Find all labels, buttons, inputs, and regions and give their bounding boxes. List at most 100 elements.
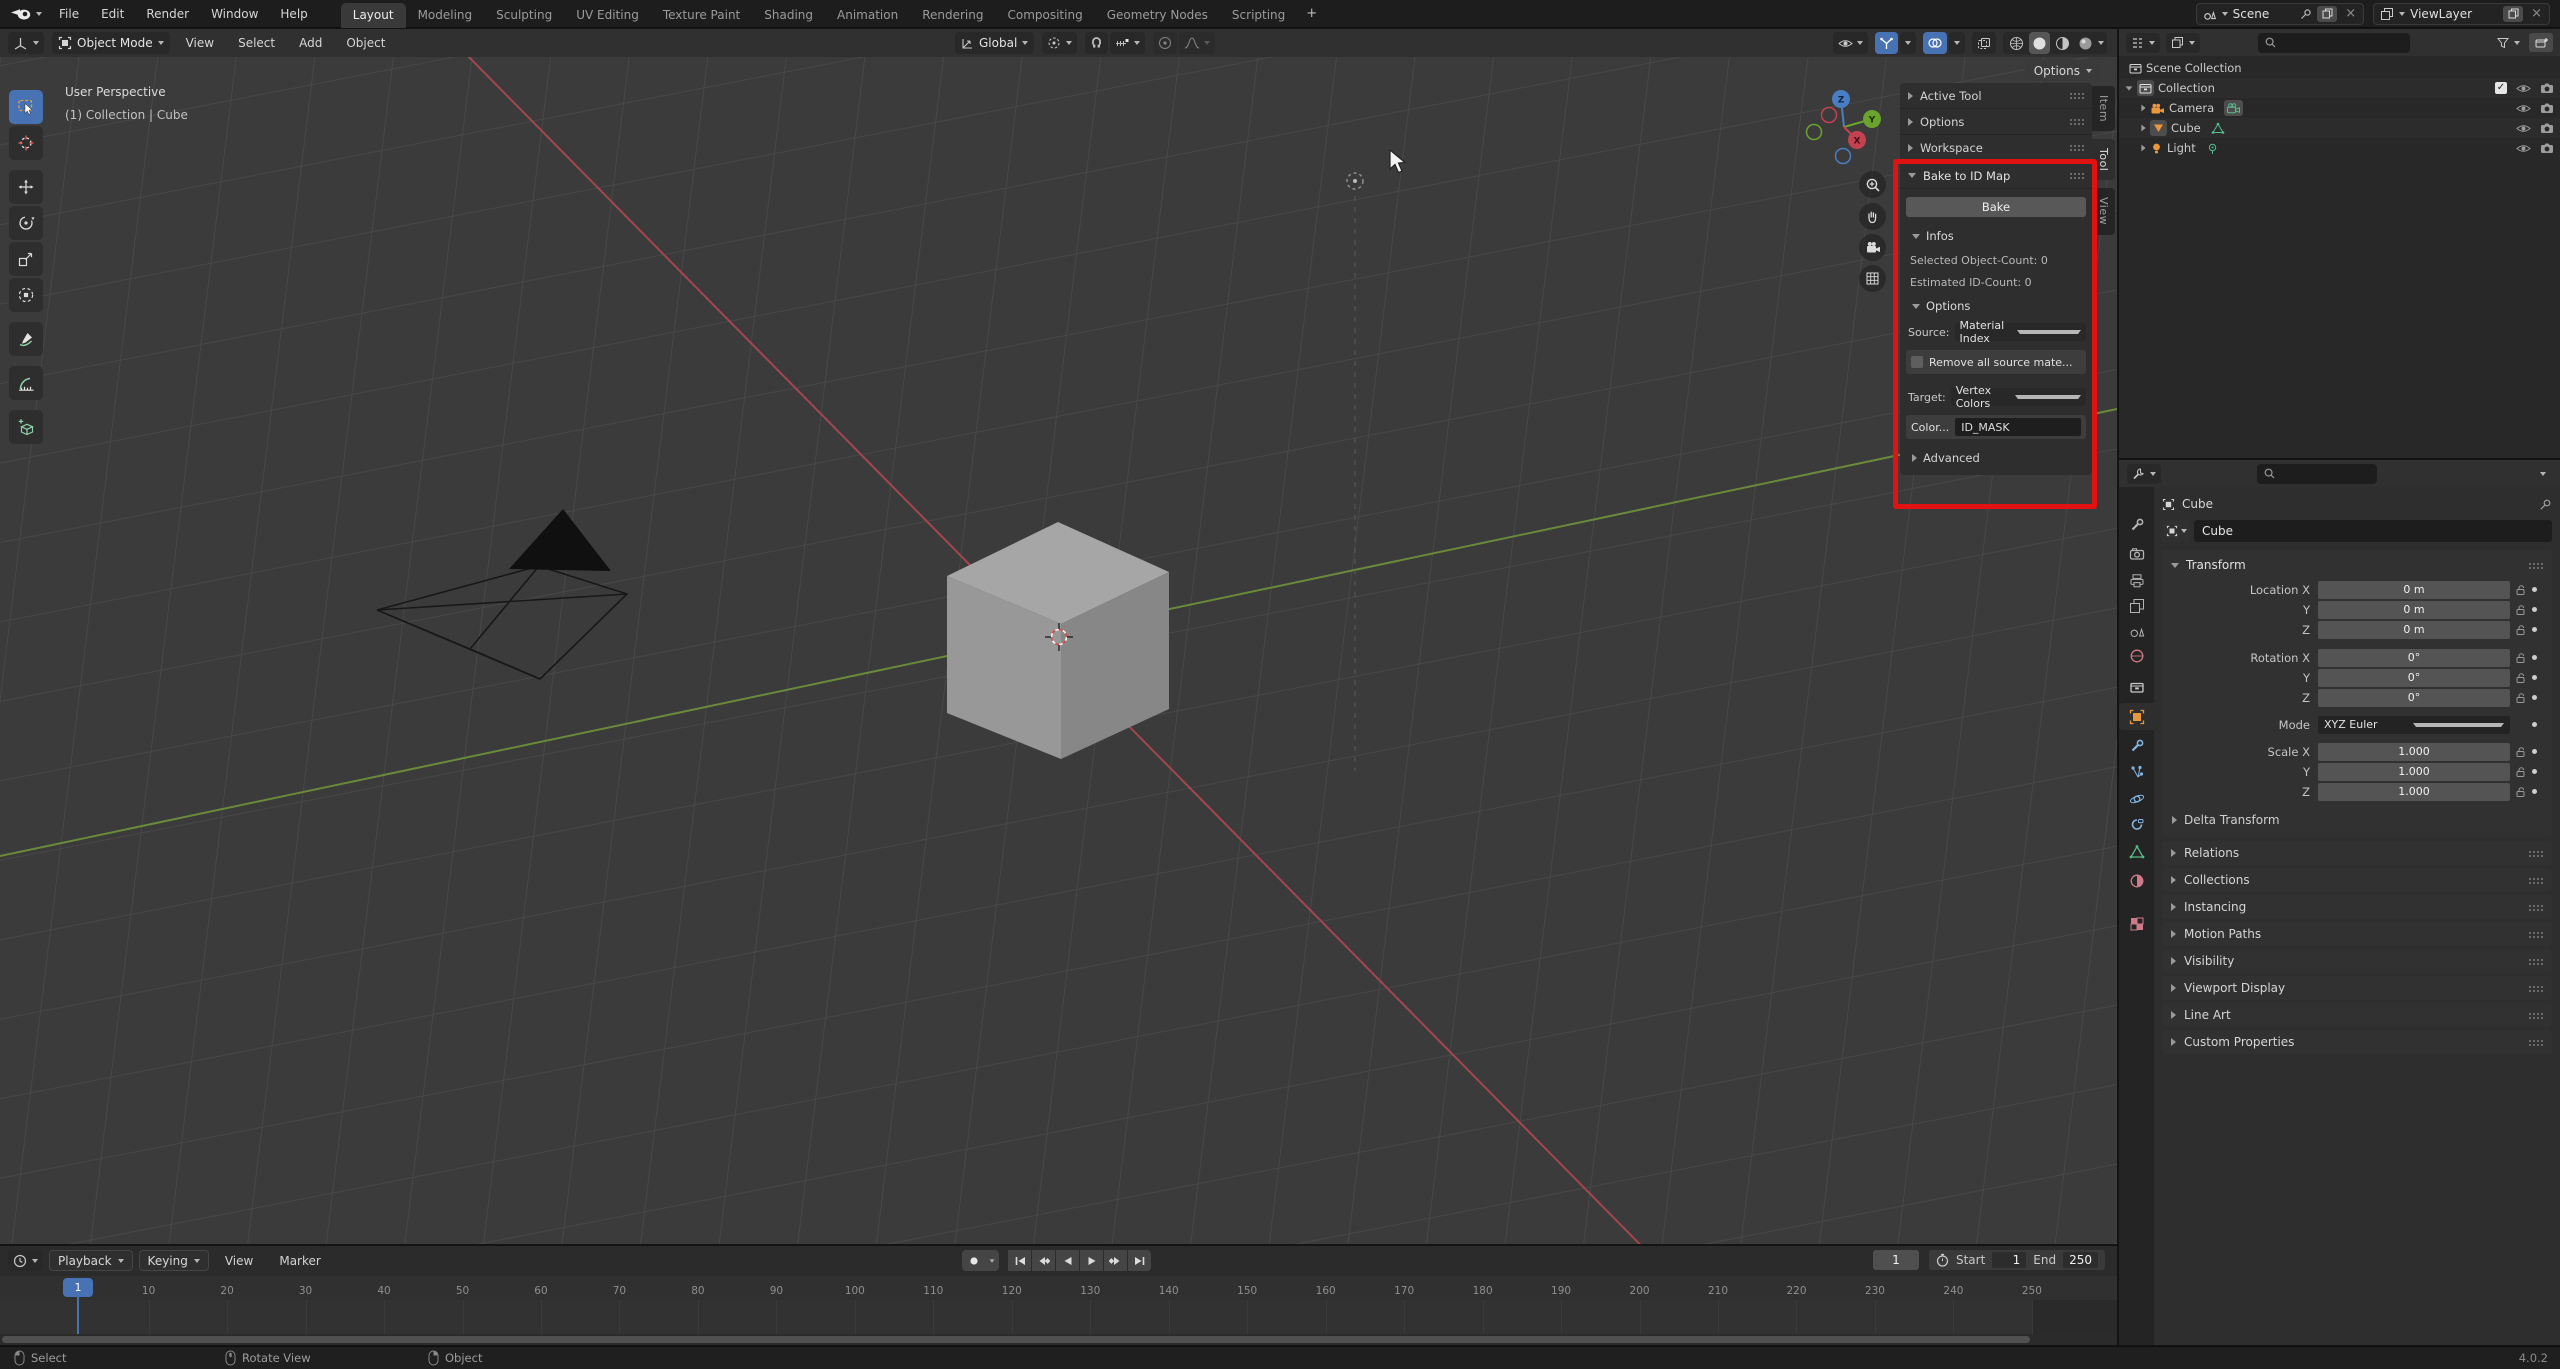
- disable-in-renders-icon[interactable]: [2540, 102, 2554, 114]
- tool-add-cube-button[interactable]: [9, 410, 43, 444]
- lock-icon[interactable]: [2515, 672, 2527, 684]
- properties-tab-modifiers[interactable]: [2119, 732, 2154, 759]
- panel-drag-handle[interactable]: [2528, 1011, 2543, 1019]
- properties-tab-data[interactable]: [2119, 838, 2154, 865]
- auto-keying-dropdown[interactable]: [985, 1250, 999, 1271]
- properties-tab-particles[interactable]: [2119, 758, 2154, 785]
- unlink-scene-button[interactable]: ×: [2342, 6, 2359, 21]
- animate-dot[interactable]: [2532, 749, 2537, 754]
- play-button[interactable]: [1080, 1250, 1103, 1271]
- play-reverse-button[interactable]: [1056, 1250, 1079, 1271]
- outliner-row-collection[interactable]: Collection ✓: [2119, 78, 2560, 98]
- timeline-editor[interactable]: Playback Keying View Marker 1 Start 1 En…: [0, 1246, 2117, 1345]
- menu-add[interactable]: Add: [291, 36, 330, 50]
- delta-transform-header[interactable]: Delta Transform: [2162, 801, 2552, 827]
- workspace-tab-animation[interactable]: Animation: [825, 3, 910, 28]
- menu-view[interactable]: View: [178, 36, 222, 50]
- properties-search[interactable]: [2257, 463, 2377, 484]
- properties-tab-output[interactable]: [2119, 567, 2154, 594]
- lock-icon[interactable]: [2515, 786, 2527, 798]
- menu-edit[interactable]: Edit: [90, 7, 135, 21]
- workspace-tab-sculpting[interactable]: Sculpting: [484, 3, 564, 28]
- value-field[interactable]: 0°: [2318, 688, 2510, 707]
- outliner-search[interactable]: [2258, 32, 2410, 53]
- properties-tab-world[interactable]: [2119, 642, 2154, 669]
- copy-scene-button[interactable]: [2317, 5, 2338, 22]
- panel-drag-handle[interactable]: [2528, 903, 2543, 911]
- viewport-canvas[interactable]: Options User Perspective (1) Collection …: [0, 57, 2117, 1244]
- scene-name[interactable]: Scene: [2233, 7, 2296, 21]
- disable-in-renders-icon[interactable]: [2540, 142, 2554, 154]
- menu-window[interactable]: Window: [200, 7, 269, 21]
- outliner-row-light[interactable]: Light: [2119, 138, 2560, 158]
- target-dropdown[interactable]: Vertex Colors: [1950, 384, 2086, 410]
- value-field[interactable]: 0 m: [2318, 620, 2510, 639]
- panel-drag-handle[interactable]: [2528, 1038, 2543, 1046]
- properties-panel-instancing[interactable]: Instancing: [2162, 895, 2552, 919]
- scene-selector[interactable]: Scene ×: [2195, 2, 2365, 25]
- jump-to-start-button[interactable]: [1008, 1250, 1031, 1271]
- workspace-tab-geometry-nodes[interactable]: Geometry Nodes: [1095, 3, 1220, 28]
- properties-editor[interactable]: Cube Cube Transform Location X0 mY0 mZ0 …: [2119, 460, 2560, 1345]
- current-frame-field[interactable]: 1: [1872, 1250, 1919, 1270]
- panel-drag-handle[interactable]: [2069, 92, 2084, 99]
- properties-panel-custom-properties[interactable]: Custom Properties: [2162, 1030, 2552, 1054]
- animate-dot[interactable]: [2532, 627, 2537, 632]
- workspace-tab-compositing[interactable]: Compositing: [995, 3, 1094, 28]
- animate-dot[interactable]: [2532, 655, 2537, 660]
- start-frame-field[interactable]: 1: [1992, 1252, 2027, 1268]
- timeline-ruler[interactable]: 10 20 30 40 50 60 70 80 90 100 110 120 130 140 150 160 1…: [0, 1276, 2117, 1300]
- value-field[interactable]: 0°: [2318, 648, 2510, 667]
- blender-logo-icon[interactable]: [10, 6, 42, 22]
- properties-tab-constraints[interactable]: [2119, 812, 2154, 839]
- mode-dropdown[interactable]: Object Mode: [52, 32, 170, 54]
- animate-dot[interactable]: [2532, 769, 2537, 774]
- hide-in-viewport-icon[interactable]: [2516, 103, 2531, 114]
- proportional-editing-toggle[interactable]: [1153, 32, 1178, 54]
- animate-dot[interactable]: [2532, 789, 2537, 794]
- panel-drag-handle[interactable]: [2069, 172, 2084, 179]
- properties-tab-object[interactable]: [2119, 703, 2154, 730]
- tool-move-button[interactable]: [9, 170, 43, 204]
- menu-help[interactable]: Help: [269, 7, 318, 21]
- panel-drag-handle[interactable]: [2528, 876, 2543, 884]
- properties-tab-scene[interactable]: [2119, 617, 2154, 644]
- tool-measure-button[interactable]: [9, 366, 43, 400]
- lock-icon[interactable]: [2515, 766, 2527, 778]
- new-collection-button[interactable]: [2529, 33, 2553, 52]
- jump-to-prev-keyframe-button[interactable]: [1032, 1250, 1055, 1271]
- pan-button[interactable]: [1859, 203, 1886, 230]
- tool-cursor-button[interactable]: [9, 126, 43, 160]
- copy-view-layer-button[interactable]: [2503, 5, 2524, 22]
- snap-toggle[interactable]: [1085, 32, 1109, 54]
- zoom-button[interactable]: [1859, 171, 1886, 198]
- gizmos-toggle[interactable]: [1875, 32, 1898, 54]
- timeline-editor-type-dropdown[interactable]: [8, 1250, 43, 1271]
- lock-icon[interactable]: [2515, 746, 2527, 758]
- outliner-filter-dropdown[interactable]: [2493, 33, 2524, 53]
- toggle-perspective-button[interactable]: [1859, 265, 1886, 292]
- shading-material-button[interactable]: [2052, 32, 2073, 54]
- pin-icon[interactable]: [2539, 498, 2552, 511]
- animate-dot[interactable]: [2532, 607, 2537, 612]
- sidebar-tab-tool[interactable]: Tool: [2092, 139, 2115, 181]
- view-layer-name[interactable]: ViewLayer: [2410, 7, 2498, 21]
- value-field[interactable]: 1.000: [2318, 782, 2510, 801]
- lock-icon[interactable]: [2515, 692, 2527, 704]
- tool-transform-button[interactable]: [9, 278, 43, 312]
- outliner-row-scene-collection[interactable]: Scene Collection: [2119, 58, 2560, 78]
- camera-view-button[interactable]: [1859, 234, 1886, 261]
- show-object-types-dropdown[interactable]: [1833, 32, 1868, 54]
- rotation-mode-dropdown[interactable]: XYZ Euler: [2318, 715, 2510, 734]
- hide-in-viewport-icon[interactable]: [2516, 123, 2531, 134]
- object-name-field[interactable]: Cube: [2194, 520, 2552, 542]
- end-frame-field[interactable]: 250: [2063, 1252, 2098, 1268]
- add-workspace-button[interactable]: +: [1297, 1, 1326, 26]
- 3d-viewport[interactable]: Object Mode View Select Add Object Globa…: [0, 29, 2117, 1244]
- current-frame-line[interactable]: [77, 1296, 79, 1334]
- gizmos-dropdown[interactable]: [1900, 32, 1916, 54]
- timeline-marker-menu[interactable]: Marker: [269, 1254, 330, 1268]
- value-field[interactable]: 1.000: [2318, 742, 2510, 761]
- bake-button[interactable]: Bake: [1906, 197, 2086, 217]
- properties-panel-line-art[interactable]: Line Art: [2162, 1003, 2552, 1027]
